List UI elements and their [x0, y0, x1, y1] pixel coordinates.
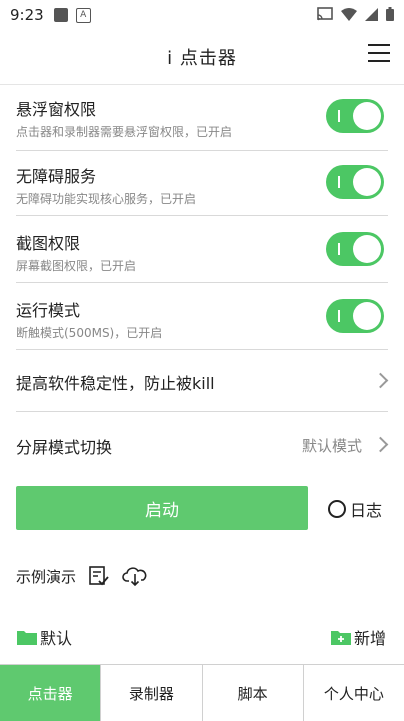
log-radio[interactable]: 日志 — [328, 497, 382, 521]
cloud-download-icon[interactable] — [122, 565, 148, 587]
split-screen-label: 分屏模式切换 — [16, 438, 113, 457]
overlay-permission-toggle[interactable] — [326, 99, 384, 133]
tab-clicker[interactable]: 点击器 — [0, 665, 101, 721]
status-time: 9:23 — [10, 6, 44, 24]
tab-script[interactable]: 脚本 — [201, 665, 303, 721]
start-button[interactable]: 启动 — [16, 486, 308, 530]
page-title: i 点击器 — [167, 48, 237, 69]
radio-icon — [328, 500, 346, 518]
bottom-tab-bar: 点击器 录制器 脚本 个人中心 — [0, 664, 404, 721]
folder-icon — [17, 631, 37, 645]
setting-overlay-permission: 悬浮窗权限 点击器和录制器需要悬浮窗权限，已开启 — [16, 96, 388, 151]
app-notification-icon: A — [75, 7, 91, 23]
run-mode-toggle[interactable] — [326, 299, 384, 333]
default-folder[interactable]: 默认 — [16, 625, 72, 649]
cast-icon — [317, 7, 333, 21]
wifi-icon — [341, 7, 357, 21]
tab-recorder[interactable]: 录制器 — [100, 665, 201, 721]
split-screen-row[interactable]: 分屏模式切换 默认模式 — [16, 412, 389, 474]
split-screen-value: 默认模式 — [301, 437, 362, 455]
add-folder-button[interactable]: 新增 — [330, 625, 386, 649]
setting-run-mode: 运行模式 断触模式(500MS)，已开启 — [16, 297, 388, 350]
stability-row[interactable]: 提高软件稳定性，防止被kill — [16, 350, 389, 412]
battery-icon — [386, 7, 394, 21]
demo-row: 示例演示 — [16, 565, 148, 587]
chevron-right-icon — [372, 372, 389, 389]
demo-label: 示例演示 — [16, 567, 77, 586]
chevron-right-icon — [372, 436, 389, 453]
checklist-edit-icon[interactable] — [88, 565, 110, 587]
signal-icon — [365, 7, 378, 21]
default-folder-label: 默认 — [40, 629, 73, 648]
setting-screenshot-permission: 截图权限 屏幕截图权限，已开启 — [16, 230, 388, 283]
status-bar: 9:23 A — [0, 0, 404, 30]
tab-profile[interactable]: 个人中心 — [302, 665, 404, 721]
menu-icon[interactable] — [368, 44, 390, 64]
stability-label: 提高软件稳定性，防止被kill — [16, 374, 215, 393]
accessibility-service-toggle[interactable] — [326, 165, 384, 199]
setting-accessibility-service: 无障碍服务 无障碍功能实现核心服务，已开启 — [16, 163, 388, 216]
status-icons — [317, 7, 394, 21]
notification-icon — [53, 8, 68, 22]
log-label: 日志 — [350, 501, 383, 520]
folder-add-icon — [331, 631, 351, 645]
screenshot-permission-toggle[interactable] — [326, 232, 384, 266]
app-bar: i 点击器 — [0, 30, 404, 85]
add-folder-label: 新增 — [354, 629, 387, 648]
